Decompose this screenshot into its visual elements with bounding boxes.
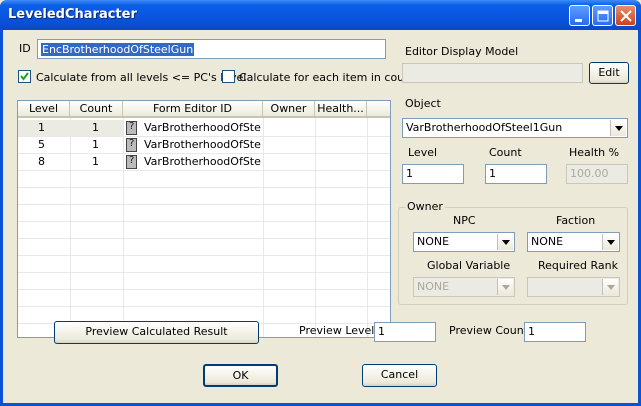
row-count: 1 bbox=[92, 121, 99, 134]
row-level: 8 bbox=[38, 155, 45, 168]
chevron-down-icon bbox=[602, 279, 618, 295]
window-title: LeveledCharacter bbox=[8, 7, 137, 22]
global-variable-value: NONE bbox=[417, 280, 450, 293]
row-level: 1 bbox=[38, 121, 45, 134]
grid-line bbox=[18, 306, 390, 307]
grid-line bbox=[18, 204, 390, 205]
chevron-down-icon[interactable] bbox=[602, 234, 618, 250]
id-value: EncBrotherhoodOfSteelGun bbox=[41, 43, 195, 56]
dialog-body: ID EncBrotherhoodOfSteelGun Calculate fr… bbox=[3, 30, 638, 403]
preview-level-label: Preview Level bbox=[299, 324, 375, 337]
grid-line bbox=[70, 118, 71, 337]
preview-calculated-result-button[interactable]: Preview Calculated Result bbox=[54, 321, 259, 344]
calc-all-levels-label: Calculate from all levels <= PC's level bbox=[36, 71, 247, 84]
grid-line bbox=[263, 118, 264, 337]
preview-count-label: Preview Count bbox=[449, 324, 528, 337]
faction-label: Faction bbox=[556, 214, 596, 227]
npc-label: NPC bbox=[453, 214, 476, 227]
count-label: Count bbox=[489, 146, 522, 159]
object-value: VarBrotherhoodOfSteel1Gun bbox=[406, 121, 563, 134]
owner-groupbox: Owner NPC Faction NONE NONE Global Varia… bbox=[398, 200, 628, 305]
editor-display-model-label: Editor Display Model bbox=[405, 45, 519, 58]
calc-each-item-label: Calculate for each item in count bbox=[239, 71, 416, 84]
grid-line bbox=[18, 170, 390, 171]
chevron-down-icon bbox=[497, 279, 513, 295]
global-variable-dropdown: NONE bbox=[413, 277, 515, 297]
id-label: ID bbox=[19, 42, 31, 55]
level-input[interactable]: 1 bbox=[402, 164, 464, 184]
grid-line bbox=[123, 118, 124, 337]
leveled-character-window: LeveledCharacter ID EncBrotherhoodOfStee… bbox=[0, 0, 641, 406]
health-input: 100.00 bbox=[566, 164, 628, 184]
row-form-id: VarBrotherhoodOfSte... bbox=[144, 121, 262, 134]
close-icon bbox=[620, 10, 632, 22]
calc-all-levels-checkbox[interactable] bbox=[18, 70, 31, 83]
minimize-icon bbox=[575, 19, 582, 22]
faction-value: NONE bbox=[531, 235, 564, 248]
row-form-id: VarBrotherhoodOfSte... bbox=[144, 155, 262, 168]
level-label: Level bbox=[408, 146, 438, 159]
item-icon bbox=[126, 155, 137, 169]
required-rank-label: Required Rank bbox=[538, 259, 618, 272]
id-input[interactable]: EncBrotherhoodOfSteelGun bbox=[37, 39, 386, 59]
maximize-icon bbox=[597, 10, 609, 22]
preview-count-input[interactable]: 1 bbox=[524, 322, 586, 342]
minimize-button[interactable] bbox=[569, 5, 590, 26]
cancel-button[interactable]: Cancel bbox=[362, 364, 437, 387]
npc-dropdown[interactable]: NONE bbox=[413, 232, 515, 252]
column-header-level[interactable]: Level bbox=[18, 101, 70, 118]
count-input[interactable]: 1 bbox=[485, 164, 547, 184]
column-header-count[interactable]: Count bbox=[70, 101, 123, 118]
grid-line bbox=[18, 255, 390, 256]
chevron-down-icon[interactable] bbox=[610, 120, 626, 136]
preview-level-input[interactable]: 1 bbox=[374, 322, 436, 342]
row-count: 1 bbox=[92, 155, 99, 168]
column-header-form-editor-id[interactable]: Form Editor ID bbox=[123, 101, 263, 118]
column-header-health[interactable]: Health... bbox=[315, 101, 367, 118]
grid-line bbox=[18, 289, 390, 290]
grid-line bbox=[18, 272, 390, 273]
edit-button[interactable]: Edit bbox=[589, 62, 629, 84]
row-form-id: VarBrotherhoodOfSte... bbox=[144, 138, 262, 151]
required-rank-dropdown bbox=[527, 277, 620, 297]
npc-value: NONE bbox=[417, 235, 450, 248]
grid-line bbox=[18, 238, 390, 239]
editor-display-model-field bbox=[402, 63, 583, 83]
calc-each-item-checkbox[interactable] bbox=[222, 70, 235, 83]
leveled-list[interactable]: Level Count Form Editor ID Owner Health.… bbox=[17, 100, 391, 338]
grid-line bbox=[18, 221, 390, 222]
item-icon bbox=[126, 121, 137, 135]
global-variable-label: Global Variable bbox=[427, 259, 511, 272]
column-header-filler bbox=[367, 101, 390, 118]
checkmark-icon bbox=[20, 72, 29, 81]
chevron-down-icon[interactable] bbox=[497, 234, 513, 250]
maximize-button[interactable] bbox=[592, 5, 613, 26]
health-label: Health % bbox=[569, 146, 620, 159]
grid-line bbox=[315, 118, 316, 337]
owner-group-label: Owner bbox=[405, 200, 445, 213]
row-count: 1 bbox=[92, 138, 99, 151]
grid-line bbox=[18, 187, 390, 188]
row-level: 5 bbox=[38, 138, 45, 151]
grid-line bbox=[367, 118, 368, 337]
column-header-owner[interactable]: Owner bbox=[263, 101, 315, 118]
title-bar[interactable]: LeveledCharacter bbox=[0, 0, 641, 30]
faction-dropdown[interactable]: NONE bbox=[527, 232, 620, 252]
selected-row-highlight bbox=[18, 120, 124, 136]
ok-button[interactable]: OK bbox=[203, 364, 278, 387]
object-label: Object bbox=[405, 97, 441, 110]
close-button[interactable] bbox=[615, 5, 636, 26]
item-icon bbox=[126, 138, 137, 152]
object-dropdown[interactable]: VarBrotherhoodOfSteel1Gun bbox=[402, 118, 628, 138]
